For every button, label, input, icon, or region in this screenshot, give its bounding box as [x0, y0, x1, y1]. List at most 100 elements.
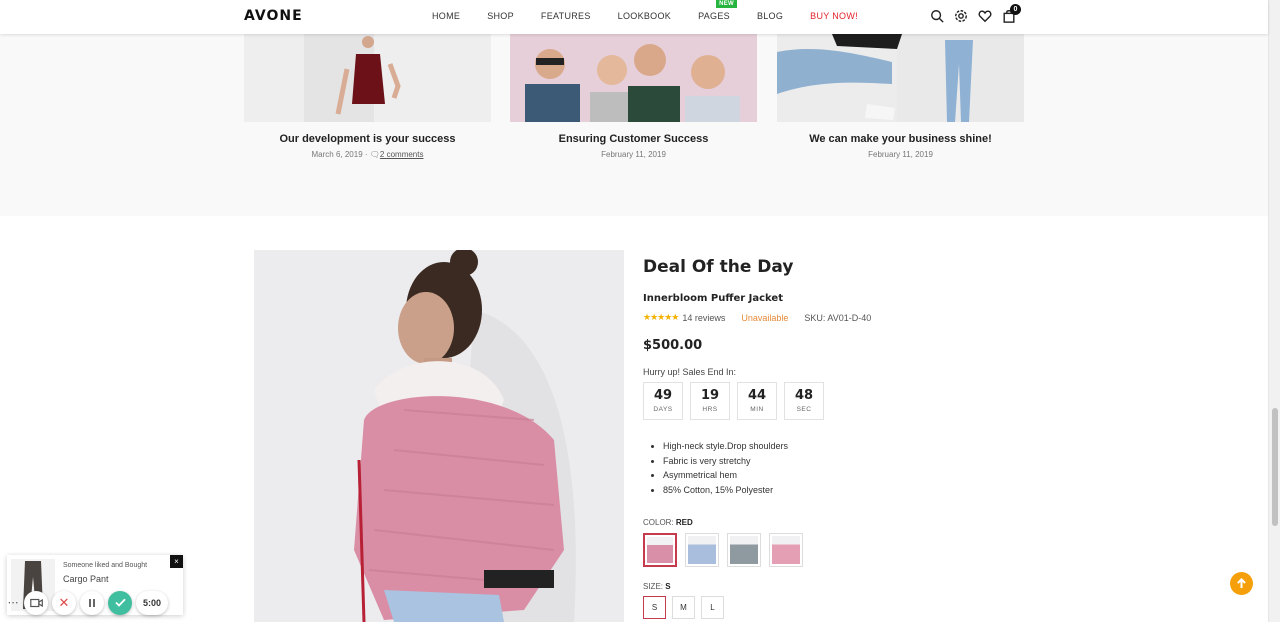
- camera-icon: [29, 598, 43, 607]
- product-rating-row: ★★★★★ 14 reviews Unavailable SKU: AV01-D…: [643, 312, 1023, 323]
- countdown-minutes: 44 MIN: [737, 382, 777, 420]
- product-sku: SKU: AV01-D-40: [804, 312, 872, 323]
- more-options-icon[interactable]: ⋯: [6, 591, 20, 615]
- swatch-image: [688, 536, 716, 564]
- close-icon: ✕: [58, 594, 70, 610]
- blog-post-image[interactable]: [244, 34, 491, 122]
- blog-post-image[interactable]: [777, 34, 1024, 122]
- search-icon[interactable]: [930, 9, 944, 23]
- recorder-controls: ⋯ ✕ 5:00: [6, 590, 169, 615]
- reviews-count[interactable]: 14 reviews: [682, 313, 725, 323]
- availability-status: Unavailable: [741, 312, 789, 323]
- cart-icon[interactable]: 0: [1002, 4, 1021, 23]
- product-feature: 85% Cotton, 15% Polyester: [663, 483, 1023, 498]
- blog-post[interactable]: Ensuring Customer Success February 11, 2…: [510, 34, 757, 159]
- blog-post-date: February 11, 2019: [868, 150, 933, 159]
- nav-home[interactable]: HOME: [432, 11, 460, 21]
- blog-post-meta: March 6, 2019 · 🗨2 comments: [311, 150, 424, 159]
- countdown-seconds-value: 48: [794, 388, 814, 403]
- countdown-hours: 19 HRS: [690, 382, 730, 420]
- swatch-image: [730, 536, 758, 564]
- deal-product-image[interactable]: [254, 250, 624, 622]
- swatch-image: [772, 536, 800, 564]
- notification-product-name[interactable]: Cargo Pant: [63, 574, 109, 584]
- color-swatches: [643, 533, 1023, 567]
- selected-size: S: [665, 582, 671, 591]
- blog-post-title[interactable]: Our development is your success: [244, 133, 491, 145]
- countdown-hours-value: 19: [700, 388, 720, 403]
- recording-timer: 5:00: [136, 590, 169, 615]
- product-feature: High-neck style.Drop shoulders: [663, 439, 1023, 454]
- blog-post[interactable]: We can make your business shine! Februar…: [777, 34, 1024, 159]
- size-label-text: SIZE:: [643, 582, 664, 591]
- color-swatch[interactable]: [685, 533, 719, 567]
- size-option-s[interactable]: S: [643, 596, 666, 619]
- blog-post[interactable]: Our development is your success March 6,…: [244, 34, 491, 159]
- scrollbar-thumb[interactable]: [1272, 408, 1278, 526]
- countdown-seconds-unit: SEC: [796, 406, 812, 413]
- color-label: COLOR: RED: [643, 518, 1023, 527]
- countdown-days-unit: DAYS: [653, 406, 673, 413]
- nav-shop[interactable]: SHOP: [487, 11, 514, 21]
- heart-icon[interactable]: [978, 9, 992, 23]
- notification-close-button[interactable]: ×: [170, 555, 183, 568]
- size-option-l[interactable]: L: [701, 596, 724, 619]
- arrow-up-icon: [1237, 578, 1246, 589]
- pause-recording-button[interactable]: [80, 590, 104, 615]
- deal-heading: Deal Of the Day: [643, 257, 794, 277]
- checkmark-icon: [114, 598, 126, 607]
- finish-recording-button[interactable]: [108, 590, 132, 615]
- star-rating-icon: ★★★★★: [643, 312, 679, 322]
- swatch-image: [647, 537, 673, 563]
- nav-lookbook[interactable]: LOOKBOOK: [618, 11, 671, 21]
- pause-icon: [89, 598, 95, 607]
- size-options: S M L: [643, 596, 1023, 619]
- selected-color: RED: [675, 518, 693, 527]
- size-label: SIZE: S: [643, 582, 1023, 591]
- product-features-list: High-neck style.Drop shoulders Fabric is…: [663, 439, 1023, 497]
- blog-post-title[interactable]: Ensuring Customer Success: [510, 133, 757, 145]
- countdown-seconds: 48 SEC: [784, 382, 824, 420]
- countdown-minutes-value: 44: [747, 388, 767, 403]
- discard-recording-button[interactable]: ✕: [52, 590, 76, 615]
- countdown-days: 49 DAYS: [643, 382, 683, 420]
- size-option-m[interactable]: M: [672, 596, 695, 619]
- blog-post-image[interactable]: [510, 34, 757, 122]
- blog-post-date: March 6, 2019: [311, 150, 363, 159]
- product-name[interactable]: Innerbloom Puffer Jacket: [643, 293, 1023, 304]
- deal-of-the-day: Deal Of the Day Innerbloom Puffer Jacket…: [643, 257, 1023, 619]
- countdown-days-value: 49: [653, 388, 673, 403]
- nav-buy-now[interactable]: BUY NOW!: [810, 11, 858, 21]
- site-header: AVONE HOME SHOP FEATURES LOOKBOOK PAGES N…: [0, 0, 1268, 34]
- product-price: $500.00: [643, 338, 703, 353]
- new-badge: NEW: [716, 0, 737, 8]
- color-swatch-red[interactable]: [643, 533, 677, 567]
- nav-pages[interactable]: PAGES NEW: [698, 0, 737, 21]
- blog-post-title[interactable]: We can make your business shine!: [777, 133, 1024, 145]
- color-label-text: COLOR:: [643, 518, 674, 527]
- cart-count-badge: 0: [1010, 4, 1021, 15]
- nav-features[interactable]: FEATURES: [541, 11, 591, 21]
- product-feature: Asymmetrical hem: [663, 468, 1023, 483]
- site-logo[interactable]: AVONE: [244, 8, 303, 24]
- nav-pages-label: PAGES: [698, 11, 730, 21]
- sale-countdown: 49 DAYS 19 HRS 44 MIN 48 SEC: [643, 382, 1023, 420]
- notification-text: Someone liked and Bought: [63, 562, 148, 569]
- page-scrollbar[interactable]: [1268, 0, 1280, 622]
- blog-post-comments-link[interactable]: 2 comments: [380, 150, 424, 159]
- blog-post-date: February 11, 2019: [601, 150, 666, 159]
- color-swatch[interactable]: [727, 533, 761, 567]
- countdown-minutes-unit: MIN: [750, 406, 764, 413]
- back-to-top-button[interactable]: [1230, 572, 1253, 595]
- product-feature: Fabric is very stretchy: [663, 454, 1023, 469]
- nav-blog[interactable]: BLOG: [757, 11, 783, 21]
- countdown-hours-unit: HRS: [702, 406, 718, 413]
- camera-toggle-button[interactable]: [24, 590, 48, 615]
- main-nav: HOME SHOP FEATURES LOOKBOOK PAGES NEW BLO…: [432, 0, 885, 21]
- header-icons: 0: [930, 4, 1021, 23]
- comment-icon: 🗨: [369, 150, 380, 159]
- sale-countdown-label: Hurry up! Sales End In:: [643, 367, 737, 377]
- settings-icon[interactable]: [954, 9, 968, 23]
- blog-post-meta: February 11, 2019: [510, 150, 757, 159]
- color-swatch[interactable]: [769, 533, 803, 567]
